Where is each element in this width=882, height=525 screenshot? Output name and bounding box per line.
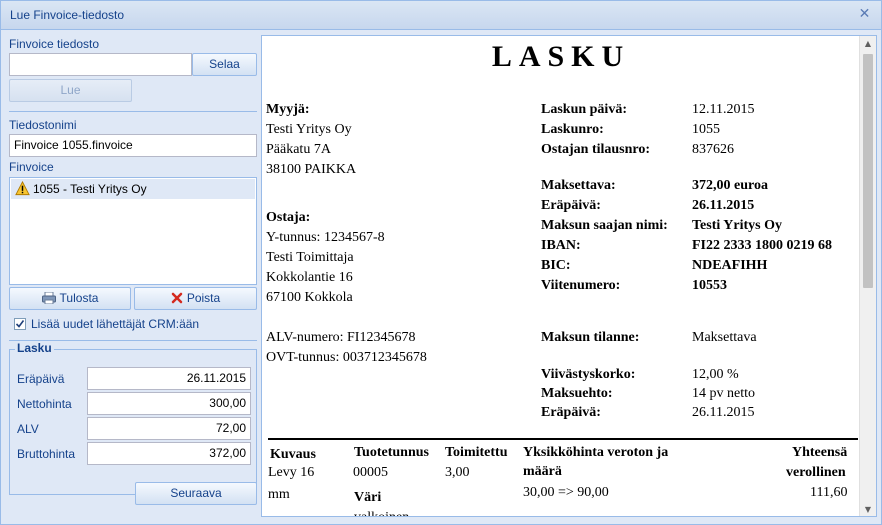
buyer-line: Kokkolantie 16 [266,270,353,285]
seller-heading: Myyjä: [266,102,310,117]
info-value: 372,00 euroa [692,178,768,193]
column-header: Toimitettu [445,445,508,460]
seller-line: 38100 PAIKKA [266,162,357,177]
read-button[interactable]: Lue [9,79,132,102]
finvoice-label: Finvoice [9,160,54,174]
info-label: Maksun saajan nimi: [541,218,668,233]
separator [9,111,257,112]
gross-price-field[interactable]: 372,00 [87,442,251,465]
table-cell: mm [268,487,290,502]
crm-checkbox-label: Lisää uudet lähettäjät CRM:ään [31,317,200,331]
info-label: BIC: [541,258,571,273]
list-item-label: 1055 - Testi Yritys Oy [33,182,147,196]
seller-line: Pääkatu 7A [266,142,331,157]
info-value: 12.11.2015 [692,102,755,117]
info-value: 10553 [692,278,727,293]
browse-button[interactable]: Selaa [192,53,257,76]
window-title: Lue Finvoice-tiedosto [10,8,125,22]
gross-price-label: Bruttohinta [17,447,76,461]
checkmark-icon [15,320,25,328]
info-value: FI22 2333 1800 0219 68 [692,238,832,253]
title-bar: Lue Finvoice-tiedosto ✕ [1,1,881,30]
ovt-number: OVT-tunnus: 003712345678 [266,350,427,365]
table-cell: Väri [354,490,382,505]
filename-label: Tiedostonimi [9,118,77,132]
info-value: 26.11.2015 [692,198,755,213]
table-rule [268,438,858,440]
invoice-fieldset: Lasku Eräpäivä 26.11.2015 Nettohinta 300… [9,341,257,495]
crm-checkbox[interactable] [14,318,26,330]
info-value: Testi Yritys Oy [692,218,782,233]
table-cell: valkoinen [354,510,409,516]
table-cell: Levy 16 [268,465,315,480]
table-cell: 00005 [353,465,388,480]
info-label: Laskun päivä: [541,102,627,117]
left-panel: Finvoice tiedosto Selaa Lue Tiedostonimi… [1,31,261,525]
due-date-label: Eräpäivä [17,372,65,386]
info-label: IBAN: [541,238,581,253]
info-label: Ostajan tilausnro: [541,142,651,157]
info-label: Eräpäivä: [541,198,601,213]
finvoice-dialog: Lue Finvoice-tiedosto ✕ Finvoice tiedost… [0,0,882,525]
info-label: Viivästyskorko: [541,367,636,382]
table-cell: 3,00 [445,465,470,480]
invoice-viewer[interactable]: LASKU Myyjä: Testi Yritys Oy Pääkatu 7A … [261,35,877,517]
file-input[interactable] [9,53,192,76]
scroll-up-arrow-icon[interactable]: ▲ [860,36,876,52]
invoice-title: LASKU [491,40,631,73]
seller-line: Testi Yritys Oy [266,122,352,137]
info-value: 1055 [692,122,720,137]
list-item[interactable]: 1055 - Testi Yritys Oy [11,179,255,199]
info-label: Eräpäivä: [541,405,601,420]
table-cell: 30,00 => 90,00 [523,485,609,500]
remove-label: Poista [186,291,221,305]
close-icon[interactable]: ✕ [857,7,872,22]
due-date-field[interactable]: 26.11.2015 [87,367,251,390]
file-label: Finvoice tiedosto [9,37,100,51]
next-button[interactable]: Seuraava [135,482,257,505]
filename-field[interactable]: Finvoice 1055.finvoice [9,134,257,157]
vat-label: ALV [17,422,39,436]
buyer-line: Testi Toimittaja [266,250,354,265]
buyer-heading: Ostaja: [266,210,311,225]
info-label: Viitenumero: [541,278,621,293]
finvoice-list[interactable]: 1055 - Testi Yritys Oy [9,177,257,285]
remove-button[interactable]: Poista [134,287,257,310]
buyer-line: 67100 Kokkola [266,290,353,305]
print-button[interactable]: Tulosta [9,287,131,310]
delete-icon [171,292,183,304]
column-header: Yhteensä [792,445,848,460]
column-header: määrä [523,464,562,479]
printer-icon [41,291,56,305]
info-label: Maksettava: [541,178,616,193]
warning-icon [15,181,30,196]
net-price-field[interactable]: 300,00 [87,392,251,415]
info-value: NDEAFIHH [692,258,768,273]
info-label: Maksun tilanne: [541,330,640,345]
table-cell: 111,60 [810,485,848,500]
info-value: 26.11.2015 [692,405,755,420]
info-value: 12,00 % [692,367,739,382]
vat-field[interactable]: 72,00 [87,417,251,440]
info-value: 837626 [692,142,734,157]
invoice-document: LASKU Myyjä: Testi Yritys Oy Pääkatu 7A … [262,36,860,516]
scroll-thumb[interactable] [863,54,873,288]
buyer-line: Y-tunnus: 1234567-8 [266,230,385,245]
info-label: Maksuehto: [541,386,613,401]
scroll-down-arrow-icon[interactable]: ▼ [860,502,876,516]
column-header: verollinen [786,465,846,480]
print-label: Tulosta [59,291,99,305]
vat-number: ALV-numero: FI12345678 [266,330,416,345]
info-label: Laskunro: [541,122,604,137]
vertical-scrollbar[interactable]: ▲ ▼ [859,36,876,516]
info-value: 14 pv netto [692,386,755,401]
net-price-label: Nettohinta [17,397,72,411]
column-header: Yksikköhinta veroton ja [523,445,669,460]
column-header: Tuotetunnus [354,445,429,460]
column-header: Kuvaus [270,447,316,462]
info-value: Maksettava [692,330,757,345]
invoice-legend: Lasku [15,341,54,355]
